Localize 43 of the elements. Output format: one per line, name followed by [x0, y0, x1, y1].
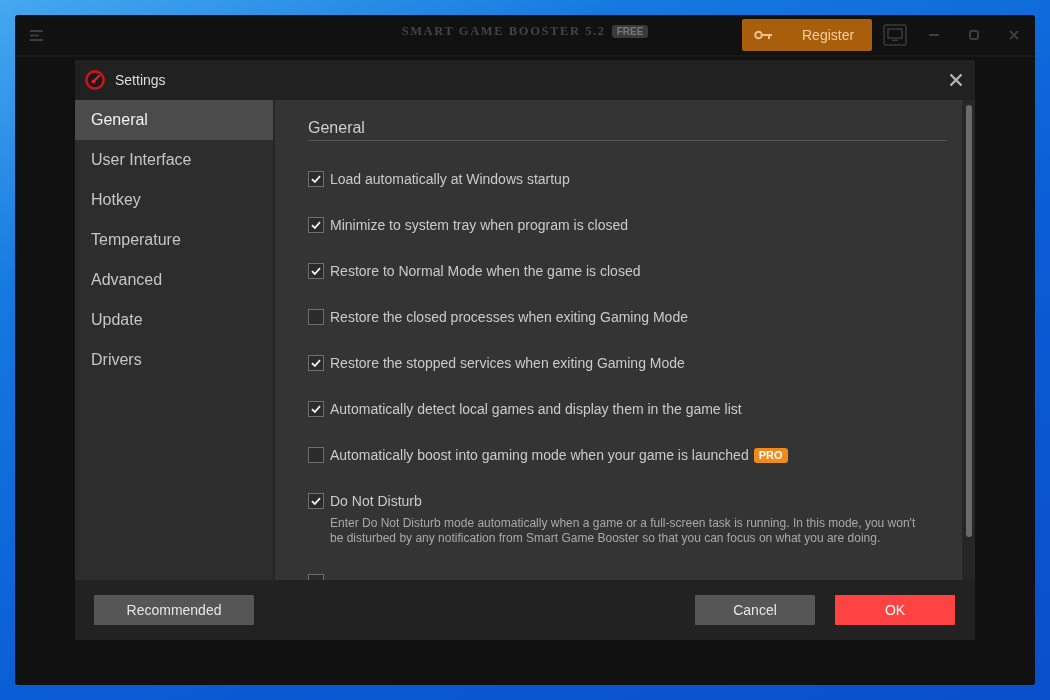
option-label: Restore the stopped services when exiting Gaming Mode	[330, 354, 685, 373]
dialog-button[interactable]: Cancel	[695, 595, 815, 625]
checkbox[interactable]	[308, 171, 324, 187]
checkbox[interactable]	[308, 309, 324, 325]
checkmark-icon	[311, 221, 321, 229]
sidebar-item[interactable]: General	[75, 100, 273, 140]
option-description: Enter Do Not Disturb mode automatically when a game or a full-screen task is running. In this mode, you won't be disturbed by any notification from Smart Game Booster so that you can focus on what you are doing.	[330, 516, 917, 546]
checkbox[interactable]	[308, 493, 324, 509]
option-label: Automatically boost into gaming mode when your game is launched	[330, 446, 749, 465]
checkbox[interactable]	[308, 263, 324, 279]
sidebar-item[interactable]: Hotkey	[75, 180, 273, 220]
maximize-icon[interactable]	[969, 30, 979, 40]
option-label: Minimize to system tray when program is closed	[330, 216, 628, 235]
dialog-button[interactable]: Recommended	[94, 595, 254, 625]
option-label: Load automatically at Windows startup	[330, 170, 570, 189]
checkmark-icon	[311, 175, 321, 183]
scrollbar-thumb[interactable]	[966, 105, 972, 537]
menu-icon[interactable]	[30, 29, 43, 41]
dialog-title: Settings	[115, 70, 166, 90]
checkbox[interactable]	[308, 401, 324, 417]
checkbox[interactable]	[308, 355, 324, 371]
gauge-icon	[85, 70, 105, 90]
sidebar-item[interactable]: User Interface	[75, 140, 273, 180]
key-icon	[754, 30, 772, 40]
checkmark-icon	[311, 497, 321, 505]
checkmark-icon	[311, 267, 321, 275]
checkmark-icon	[311, 405, 321, 413]
sidebar-item[interactable]: Temperature	[75, 220, 273, 260]
checkbox[interactable]	[308, 217, 324, 233]
option-label: Restore the closed processes when exiting Gaming Mode	[330, 308, 688, 327]
sidebar-item[interactable]: Advanced	[75, 260, 273, 300]
option-label: Restore to Normal Mode when the game is closed	[330, 262, 641, 281]
sidebar-item[interactable]: Drivers	[75, 340, 273, 380]
pro-tag: PRO	[753, 447, 788, 463]
section-heading: General	[308, 100, 947, 141]
edition-tag: FREE	[611, 24, 649, 38]
option-label: Automatically detect local games and display them in the game list	[330, 400, 742, 419]
sidebar-item[interactable]: Update	[75, 300, 273, 340]
checkmark-icon	[311, 359, 321, 367]
close-icon[interactable]	[949, 73, 963, 87]
option-label: Do Not Disturb	[330, 492, 422, 511]
monitor-icon[interactable]	[883, 24, 907, 46]
checkbox[interactable]	[308, 447, 324, 463]
